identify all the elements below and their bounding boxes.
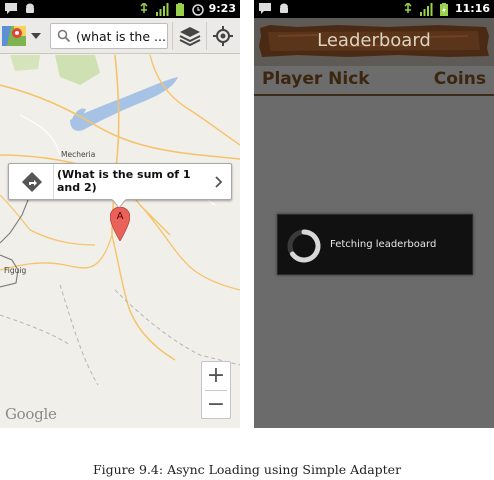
layers-button[interactable] (174, 21, 206, 51)
toolbar-divider (172, 22, 173, 50)
map-screen: 9:23 (what is the ... Mecheria Figuig (W… (0, 0, 240, 428)
column-coins: Coins (433, 69, 486, 89)
zoom-out-button[interactable]: − (202, 391, 230, 419)
status-bar: 9:23 (0, 0, 240, 18)
battery-charging-icon (439, 2, 448, 16)
progress-dialog: Fetching leaderboard (277, 214, 473, 275)
info-balloon[interactable]: (What is the sum of 1 and 2) (8, 163, 232, 200)
figure-caption: Figure 9.4: Async Loading using Simple A… (92, 462, 402, 477)
leaderboard-title: Leaderboard (317, 30, 431, 51)
zoom-control: + − (201, 361, 231, 419)
balloon-text: (What is the sum of 1 and 2) (57, 168, 191, 194)
android-robot-icon (26, 3, 34, 13)
marker-label: A (116, 211, 124, 222)
my-location-button[interactable] (207, 21, 239, 51)
chat-notification-icon (259, 3, 271, 14)
leaderboard-screen: 11:16 Leaderboard Player Nick Coins Fetc… (254, 0, 494, 428)
alarm-icon (191, 3, 204, 16)
loading-spinner-icon (287, 229, 321, 263)
map-place-label: Mecheria (61, 150, 96, 159)
status-time: 11:16 (454, 2, 490, 15)
column-player-nick: Player Nick (262, 69, 370, 89)
android-robot-icon (280, 3, 288, 13)
maps-logo-icon[interactable] (2, 24, 28, 48)
my-location-icon (213, 26, 233, 46)
directions-icon[interactable] (21, 171, 43, 193)
signal-icon (155, 2, 169, 16)
map-place-label: Figuig (4, 266, 27, 275)
status-bar: 11:16 (254, 0, 494, 18)
zoom-in-button[interactable]: + (202, 362, 230, 390)
status-time: 9:23 (208, 2, 236, 15)
search-box[interactable]: (what is the ... (50, 23, 168, 49)
leaderboard-column-header: Player Nick Coins (254, 66, 494, 96)
battery-icon (175, 2, 184, 16)
search-query: (what is the ... (76, 28, 166, 44)
progress-message: Fetching leaderboard (330, 239, 437, 250)
map-toolbar: (what is the ... (0, 18, 240, 54)
balloon-divider (53, 164, 54, 199)
layers-icon (179, 27, 201, 46)
leaderboard-title-bar: Leaderboard (254, 18, 494, 66)
signal-icon (419, 2, 433, 16)
chevron-right-icon[interactable] (215, 176, 223, 188)
search-icon (57, 29, 71, 43)
chat-notification-icon (5, 3, 17, 14)
maps-menu-caret-icon[interactable] (31, 33, 41, 39)
usb-debug-icon (140, 2, 148, 13)
usb-debug-icon (404, 2, 412, 13)
google-watermark: Google (5, 405, 57, 423)
